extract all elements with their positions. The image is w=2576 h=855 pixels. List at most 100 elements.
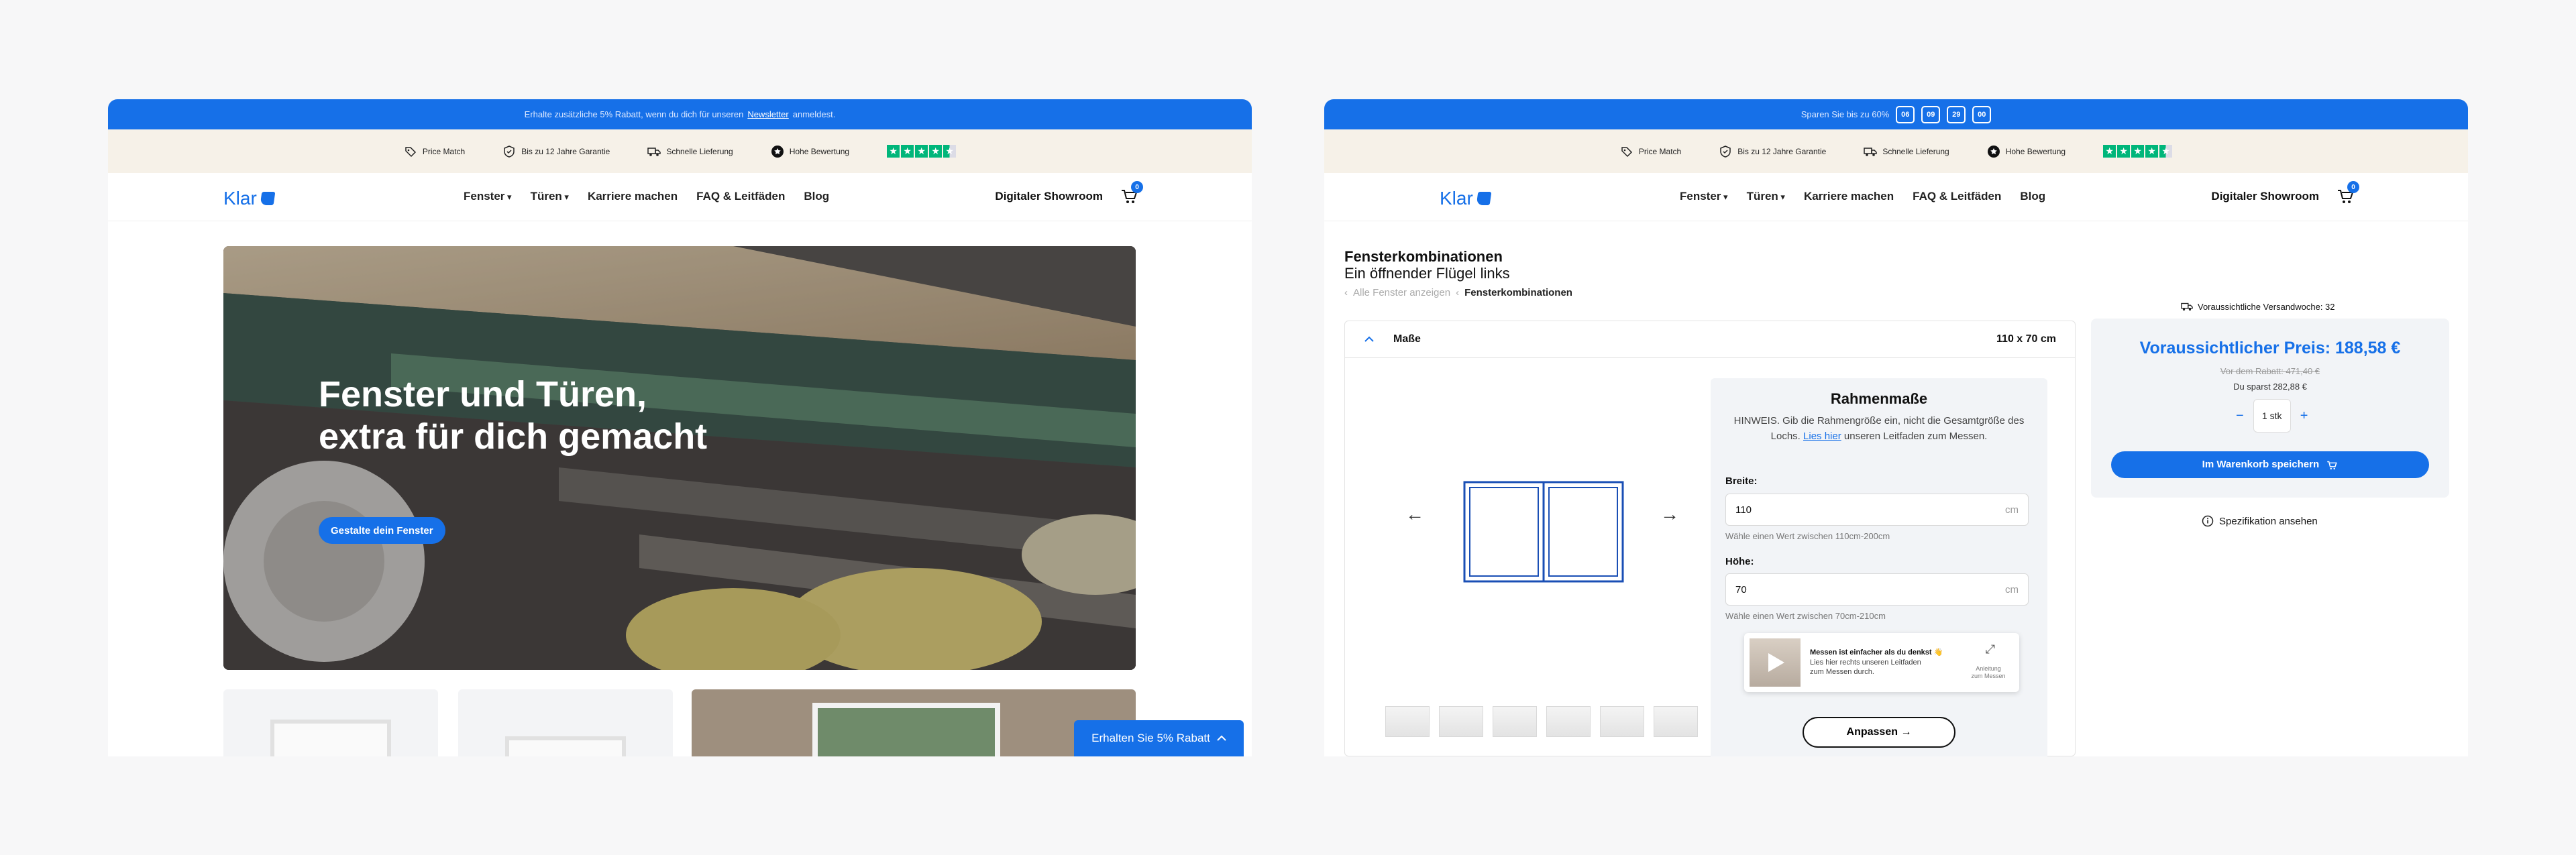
star-icon: ★	[2117, 145, 2131, 158]
chevron-left-icon: ‹	[1344, 287, 1348, 298]
cart-button[interactable]: 0	[2337, 181, 2359, 205]
product-card[interactable]	[692, 689, 1136, 756]
video-side-label: Anleitung zum Messen	[1971, 665, 2006, 679]
star-icon: ★	[929, 145, 943, 158]
next-arrow-icon[interactable]: →	[1660, 504, 1679, 525]
specification-link[interactable]: Spezifikation ansehen	[2202, 515, 2318, 527]
old-price: Vor dem Rabatt: 471,40 €	[2220, 366, 2320, 376]
trust-item: Schnelle Lieferung	[1864, 145, 1949, 158]
variant-thumbnail[interactable]	[1439, 706, 1483, 737]
width-unit: cm	[2005, 504, 2019, 516]
plus-icon[interactable]: +	[2300, 408, 2308, 424]
trust-item: Price Match	[404, 145, 465, 158]
add-to-cart-button[interactable]: Im Warenkorb speichern	[2111, 451, 2429, 478]
expand-icon[interactable]: ⤢	[1986, 642, 1995, 657]
info-icon	[2202, 515, 2214, 527]
width-input[interactable]: 110 cm	[1725, 494, 2029, 526]
cart-count-badge: 0	[1131, 181, 1143, 193]
trust-label: Schnelle Lieferung	[1882, 146, 1949, 156]
video-description: Lies hier rechts unseren Leitfaden zum M…	[1810, 659, 1921, 676]
trust-bar: Price Match Bis zu 12 Jahre Garantie Sch…	[1324, 129, 2468, 173]
chevron-left-icon: ‹	[1456, 287, 1460, 298]
trustpilot-stars: ★ ★ ★ ★ ★	[2103, 145, 2173, 158]
nav-item-faq[interactable]: FAQ & Leitfäden	[1913, 190, 2001, 203]
variant-thumbnail[interactable]	[1600, 706, 1644, 737]
measure-hint: HINWEIS. Gib die Rahmengröße ein, nicht …	[1724, 413, 2034, 444]
variant-thumbnail[interactable]	[1493, 706, 1537, 737]
star-icon: ★	[915, 145, 928, 158]
nav-item-fenster[interactable]: Fenster	[1680, 190, 1728, 203]
variant-thumbnail[interactable]	[1385, 706, 1430, 737]
discount-label: Erhalten Sie 5% Rabatt	[1091, 732, 1210, 744]
frame-dimensions-panel: Rahmenmaße HINWEIS. Gib die Rahmengröße …	[1711, 378, 2047, 756]
specification-label: Spezifikation ansehen	[2219, 515, 2318, 527]
shield-icon	[504, 145, 515, 158]
variant-thumbnail[interactable]	[1654, 706, 1698, 737]
showroom-link[interactable]: Digitaler Showroom	[995, 190, 1103, 203]
accordion-dimensions[interactable]: Maße 110 x 70 cm	[1345, 321, 2075, 358]
guide-link[interactable]: Lies hier	[1803, 431, 1841, 442]
logo-text: Klar	[223, 188, 257, 209]
trust-label: Price Match	[422, 146, 466, 156]
trust-item: Bis zu 12 Jahre Garantie	[502, 145, 610, 158]
logo-text: Klar	[1440, 188, 1473, 209]
star-icon: ★	[943, 145, 957, 158]
showroom-link[interactable]: Digitaler Showroom	[2211, 190, 2319, 203]
rating-icon	[1987, 145, 2000, 158]
shipping-week: Voraussichtliche Versandwoche: 32	[2198, 301, 2335, 312]
nav-item-faq[interactable]: FAQ & Leitfäden	[696, 190, 785, 203]
video-title: Messen ist einfacher als du denkst 👋	[1810, 648, 1943, 657]
product-card[interactable]	[458, 689, 673, 756]
nav-item-blog[interactable]: Blog	[2020, 190, 2045, 203]
hero-image	[223, 246, 1136, 670]
truck-icon	[647, 147, 661, 156]
height-input[interactable]: 70 cm	[1725, 573, 2029, 606]
trust-item: Bis zu 12 Jahre Garantie	[1719, 145, 1826, 158]
product-cards	[223, 689, 1136, 756]
product-title: Fensterkombinationen	[1344, 248, 1503, 265]
width-value: 110	[1735, 504, 1752, 516]
accordion-label: Maße	[1393, 333, 1421, 345]
discount-tab[interactable]: Erhalten Sie 5% Rabatt	[1074, 720, 1244, 756]
hero-title: Fenster und Türen, extra für dich gemach…	[319, 374, 708, 457]
promo-text: Sparen Sie bis zu 60%	[1801, 109, 1890, 119]
logo[interactable]: Klar	[1440, 188, 1492, 209]
logo-mark-icon	[1476, 192, 1492, 205]
product-subtitle: Ein öffnender Flügel links	[1344, 265, 1510, 282]
trust-item: Hohe Bewertung	[771, 145, 849, 158]
window-preview	[1463, 481, 1624, 583]
panel-title: Rahmenmaße	[1830, 390, 1928, 407]
height-unit: cm	[2005, 583, 2019, 595]
measuring-video-card[interactable]: Messen ist einfacher als du denkst 👋 Lie…	[1744, 633, 2019, 692]
cart-button[interactable]: 0	[1120, 181, 1143, 205]
truck-icon	[2181, 302, 2193, 311]
prev-arrow-icon[interactable]: ←	[1405, 504, 1424, 525]
nav-item-karriere[interactable]: Karriere machen	[588, 190, 678, 203]
newsletter-link[interactable]: Newsletter	[747, 109, 788, 119]
minus-icon[interactable]: −	[2236, 408, 2244, 424]
star-icon: ★	[901, 145, 914, 158]
nav-item-karriere[interactable]: Karriere machen	[1804, 190, 1894, 203]
nav-item-fenster[interactable]: Fenster	[464, 190, 512, 203]
play-video-icon[interactable]	[1750, 638, 1801, 687]
product-image	[812, 703, 1000, 756]
adjust-button[interactable]: Anpassen →	[1803, 717, 1955, 748]
configurator: Maße 110 x 70 cm ← → Rahmenmaße HINWEIS.…	[1344, 321, 2076, 756]
hero-banner: Fenster und Türen, extra für dich gemach…	[223, 246, 1136, 670]
breadcrumb: ‹ Alle Fenster anzeigen ‹ Fensterkombina…	[1344, 287, 1572, 298]
variant-thumbnail[interactable]	[1546, 706, 1591, 737]
savings: Du sparst 282,88 €	[2233, 382, 2307, 392]
star-icon: ★	[2131, 145, 2145, 158]
trust-label: Bis zu 12 Jahre Garantie	[521, 146, 610, 156]
trust-label: Schnelle Lieferung	[666, 146, 733, 156]
height-note: Wähle einen Wert zwischen 70cm-210cm	[1725, 611, 1886, 621]
nav-right: Digitaler Showroom 0	[2211, 181, 2359, 205]
nav-item-tueren[interactable]: Türen	[531, 190, 569, 203]
breadcrumb-back-link[interactable]: Alle Fenster anzeigen	[1353, 287, 1450, 298]
quantity-value[interactable]: 1 stk	[2253, 399, 2291, 433]
product-card[interactable]	[223, 689, 438, 756]
configure-window-button[interactable]: Gestalte dein Fenster	[319, 517, 445, 544]
nav-item-tueren[interactable]: Türen	[1747, 190, 1785, 203]
logo[interactable]: Klar	[223, 188, 276, 209]
nav-item-blog[interactable]: Blog	[804, 190, 829, 203]
